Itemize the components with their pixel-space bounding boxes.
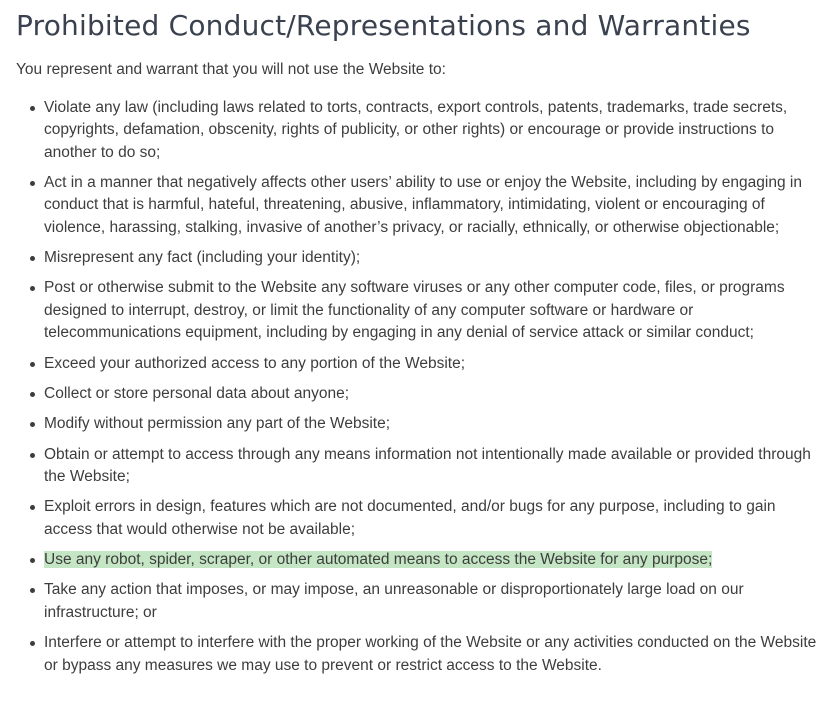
bullet-icon <box>30 286 35 292</box>
list-item-text: Post or otherwise submit to the Website … <box>44 279 785 342</box>
document-content: Prohibited Conduct/Representations and W… <box>16 0 822 685</box>
list-item: Interfere or attempt to interfere with t… <box>16 632 822 677</box>
list-item-text: Collect or store personal data about any… <box>44 384 350 402</box>
list-item: Violate any law (including laws related … <box>16 97 822 165</box>
list-item-text: Exploit errors in design, features which… <box>44 498 776 538</box>
list-item-text: Take any action that imposes, or may imp… <box>44 581 744 621</box>
bullet-icon <box>30 452 35 458</box>
bullet-icon <box>30 256 35 262</box>
bullet-icon <box>30 641 35 647</box>
list-item: Post or otherwise submit to the Website … <box>16 277 822 345</box>
list-item-text: Modify without permission any part of th… <box>44 415 391 433</box>
list-item: Take any action that imposes, or may imp… <box>16 579 822 624</box>
list-item-text: Act in a manner that negatively affects … <box>44 173 802 236</box>
bullet-icon <box>30 422 35 428</box>
list-item: Exceed your authorized access to any por… <box>16 353 822 376</box>
list-item: Act in a manner that negatively affects … <box>16 172 822 240</box>
list-item-text: Violate any law (including laws related … <box>44 98 788 161</box>
bullet-icon <box>30 505 35 511</box>
list-item: Obtain or attempt to access through any … <box>16 444 822 489</box>
list-item-text: Misrepresent any fact (including your id… <box>44 249 361 267</box>
intro-text: You represent and warrant that you will … <box>16 61 446 78</box>
bullet-icon <box>30 588 35 594</box>
list-item-text: Interfere or attempt to interfere with t… <box>44 634 817 674</box>
bullet-icon <box>30 180 35 186</box>
list-item-text: Obtain or attempt to access through any … <box>44 445 811 486</box>
highlighted-text[interactable]: Use any robot, spider, scraper, or other… <box>44 551 713 569</box>
bullet-icon <box>30 391 35 397</box>
bullet-icon <box>30 558 35 564</box>
list-item-highlighted: Use any robot, spider, scraper, or other… <box>16 549 822 572</box>
prohibited-conduct-list: Violate any law (including laws related … <box>16 97 822 678</box>
list-item: Exploit errors in design, features which… <box>16 496 822 541</box>
page-title: Prohibited Conduct/Representations and W… <box>16 9 751 42</box>
bullet-icon <box>30 361 35 367</box>
bullet-icon <box>30 105 35 111</box>
list-item: Misrepresent any fact (including your id… <box>16 247 822 270</box>
list-item: Collect or store personal data about any… <box>16 383 822 406</box>
list-item: Modify without permission any part of th… <box>16 413 822 436</box>
list-item-text: Exceed your authorized access to any por… <box>44 354 466 372</box>
